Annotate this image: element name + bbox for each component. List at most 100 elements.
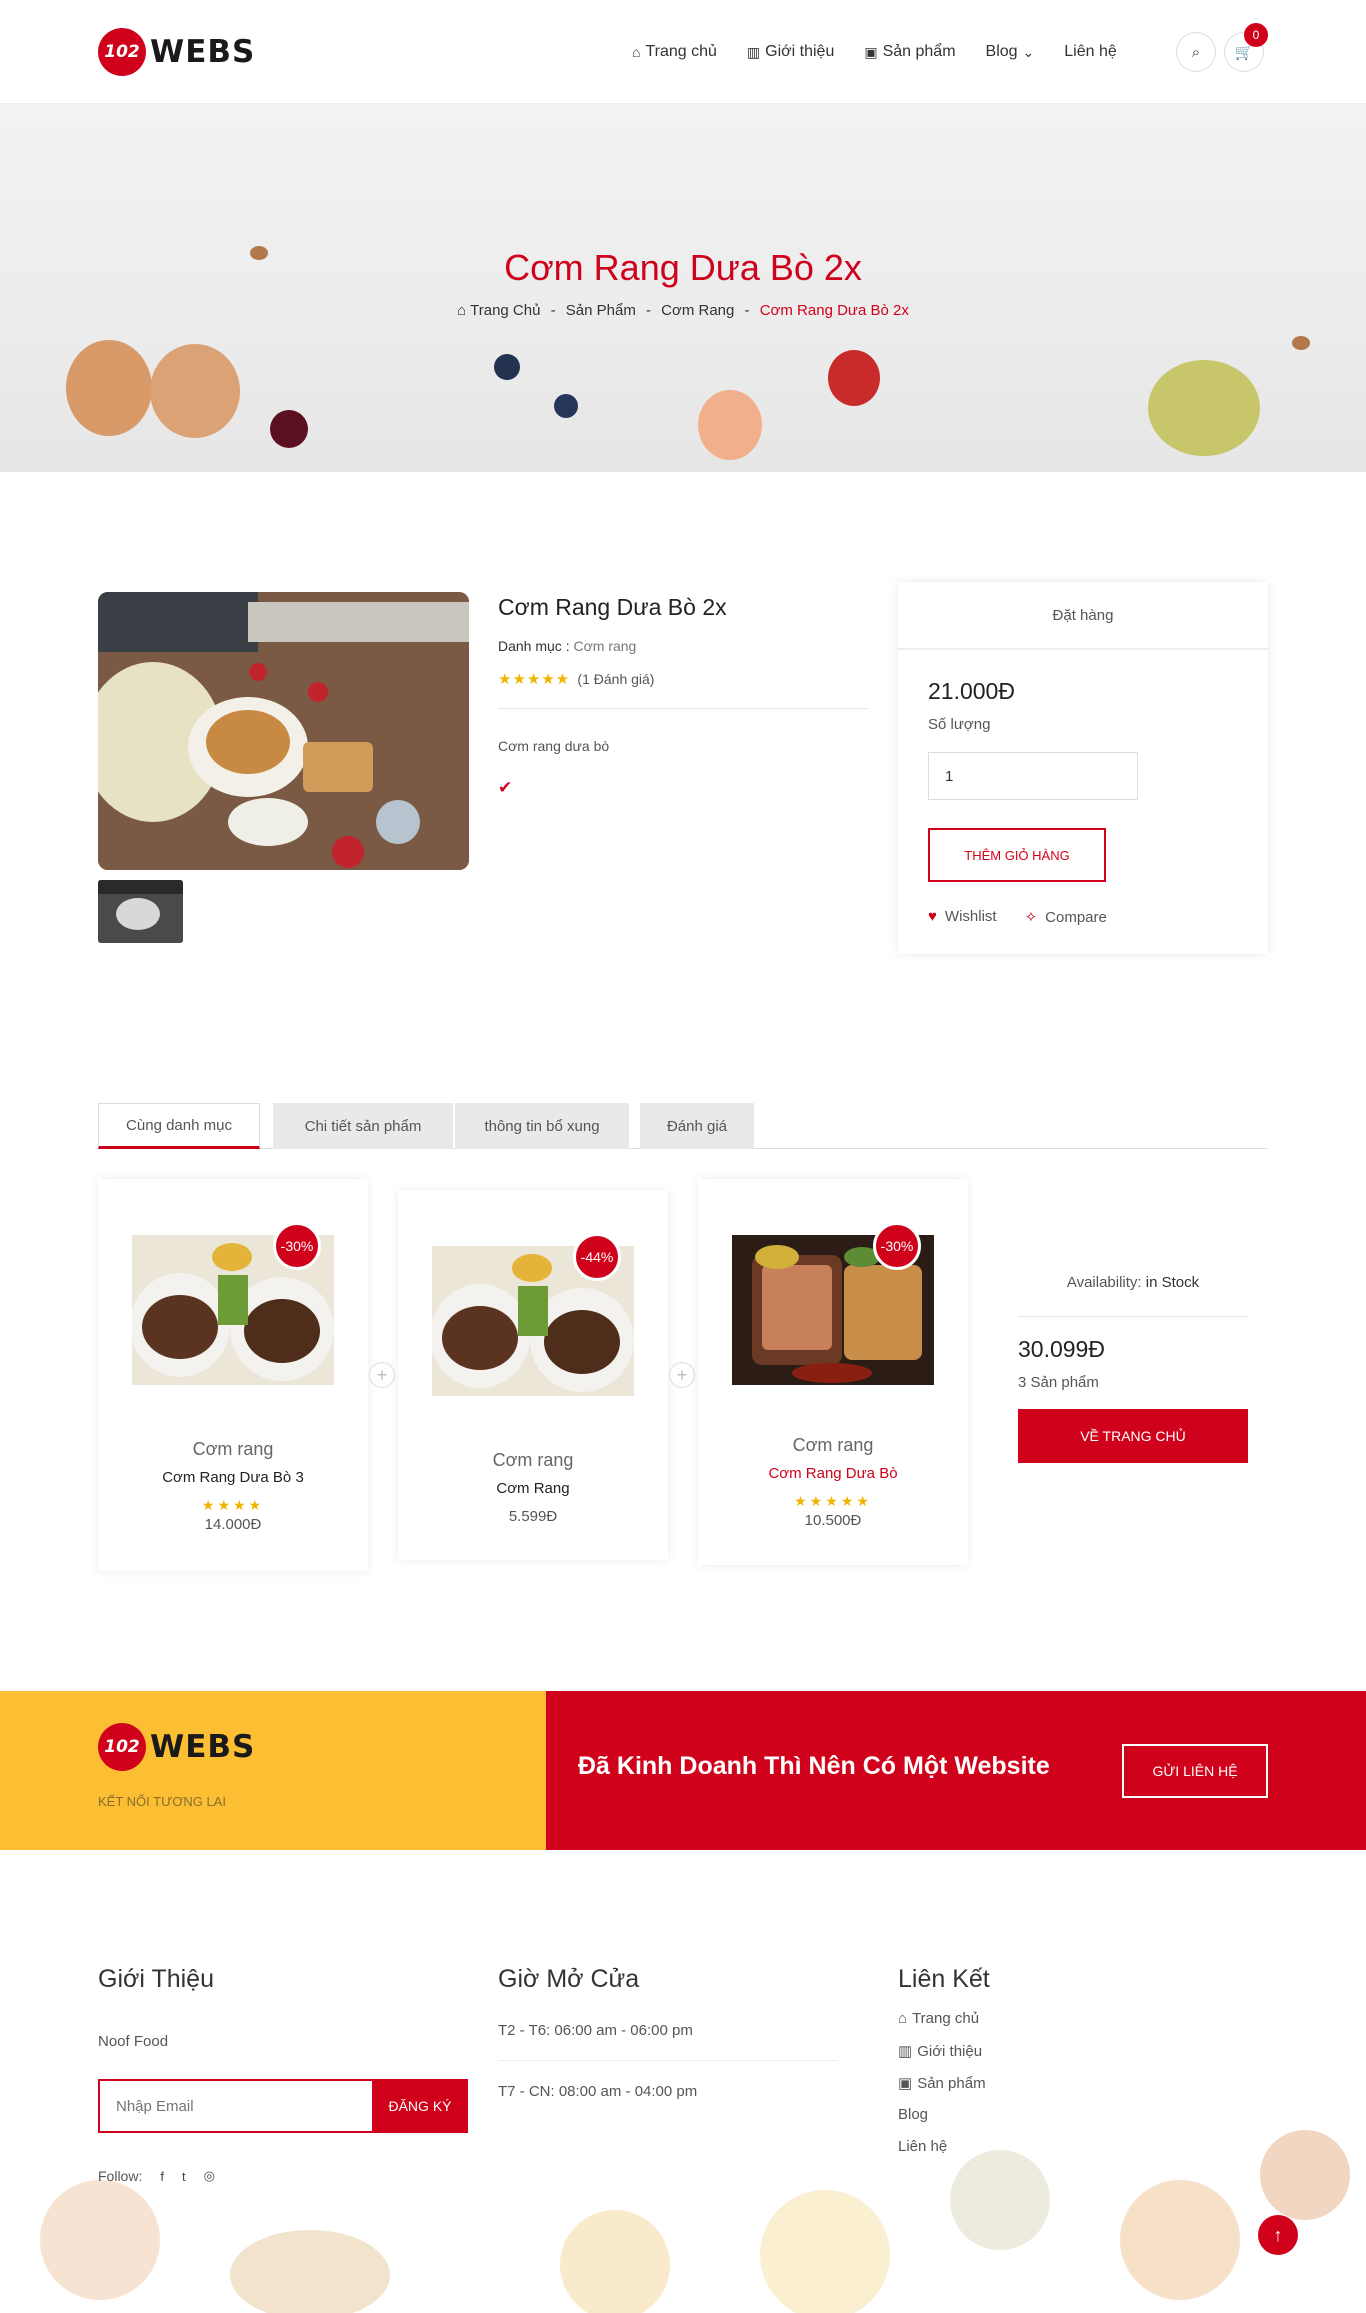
brand-tagline: KẾT NỐI TƯƠNG LAI bbox=[98, 1794, 226, 1809]
footer-hours-title: Giờ Mở Cửa bbox=[498, 1965, 640, 1993]
nav-label: Trang chủ bbox=[645, 43, 717, 60]
divider bbox=[1018, 1316, 1248, 1317]
tab-additional-info[interactable]: thông tin bổ xung bbox=[455, 1103, 629, 1149]
tab-same-category[interactable]: Cùng danh mục bbox=[98, 1103, 260, 1149]
compare-link[interactable]: ✧ Compare bbox=[1025, 908, 1107, 926]
egg-decoration bbox=[150, 344, 240, 438]
product-category: Danh mục : Cơm rang bbox=[498, 638, 636, 654]
logo-text: WEBS bbox=[150, 1729, 256, 1765]
order-header: Đặt hàng bbox=[898, 582, 1268, 650]
footer-logo[interactable]: 102 WEBS bbox=[98, 1721, 255, 1773]
related-product-stars: ★★★★ bbox=[201, 1497, 265, 1513]
nav-item-about[interactable]: ▥ Giới thiệu bbox=[747, 43, 834, 61]
discount-badge: -30% bbox=[273, 1222, 321, 1270]
wishlist-label: Wishlist bbox=[944, 908, 997, 925]
grapes-decoration bbox=[1148, 360, 1260, 456]
breadcrumb-separator: - bbox=[744, 302, 750, 319]
logo-text: WEBS bbox=[150, 34, 256, 70]
related-product-category: Cơm rang bbox=[192, 1439, 274, 1459]
add-to-cart-button[interactable]: THÊM GIỎ HÀNG bbox=[928, 828, 1106, 882]
food-decoration bbox=[950, 2150, 1050, 2250]
bundle-price: 30.099Đ bbox=[1018, 1336, 1105, 1362]
breadcrumb-item[interactable]: Sản Phẩm bbox=[566, 302, 636, 319]
footer-link-label: Sản phẩm bbox=[917, 2074, 986, 2092]
footer-link-blog[interactable]: Blog bbox=[898, 2106, 928, 2123]
footer-link-home[interactable]: ⌂ Trang chủ bbox=[898, 2010, 979, 2027]
email-field[interactable] bbox=[98, 2079, 372, 2133]
blueberry-decoration bbox=[554, 394, 578, 418]
product-main-image[interactable] bbox=[98, 592, 469, 870]
related-product-name[interactable]: Cơm Rang Dưa Bò bbox=[698, 1465, 968, 1482]
nav-label: Sản phẩm bbox=[882, 43, 956, 60]
breadcrumb-current: Cơm Rang Dưa Bò 2x bbox=[759, 302, 909, 319]
logo[interactable]: 102 WEBS bbox=[98, 26, 255, 78]
back-to-top-button[interactable]: ↑ bbox=[1258, 2215, 1298, 2255]
footer-link-products[interactable]: ▣ Sản phẩm bbox=[898, 2074, 986, 2093]
nav-item-home[interactable]: ⌂ Trang chủ bbox=[632, 43, 717, 61]
product-thumbnail[interactable] bbox=[98, 880, 183, 943]
related-product-category: Cơm rang bbox=[492, 1450, 574, 1470]
discount-badge: -44% bbox=[573, 1233, 621, 1281]
breadcrumb-item[interactable]: Cơm Rang bbox=[661, 302, 734, 319]
category-value[interactable]: Cơm rang bbox=[573, 638, 636, 654]
quantity-label: Số lượng bbox=[928, 716, 991, 733]
related-product-name[interactable]: Cơm Rang Dưa Bò 3 bbox=[98, 1469, 368, 1486]
thumbnail-photo bbox=[98, 880, 183, 943]
logo-badge: 102 bbox=[98, 1723, 146, 1771]
food-decoration bbox=[560, 2210, 670, 2313]
tab-product-details[interactable]: Chi tiết sản phẩm bbox=[273, 1103, 453, 1149]
nav-label: Blog bbox=[985, 43, 1018, 60]
nav-item-contact[interactable]: Liên hệ bbox=[1064, 43, 1117, 61]
related-product-card[interactable]: -30% Cơm rang Cơm Rang Dưa Bò 3 ★★★★ 14.… bbox=[98, 1179, 368, 1571]
nav-item-products[interactable]: ▣ Sản phẩm bbox=[864, 43, 955, 61]
product-tabs: Cùng danh mục Chi tiết sản phẩm thông ti… bbox=[98, 1103, 1268, 1149]
related-product-name[interactable]: Cơm Rang bbox=[398, 1480, 668, 1497]
order-panel: Đặt hàng 21.000Đ Số lượng THÊM GIỎ HÀNG … bbox=[898, 582, 1268, 954]
product-title: Cơm Rang Dưa Bò 2x bbox=[498, 594, 727, 620]
food-decoration bbox=[1120, 2180, 1240, 2300]
chevron-down-icon: ⌄ bbox=[1022, 43, 1035, 60]
breadcrumb-separator: - bbox=[550, 302, 556, 319]
follow-label: Follow: bbox=[98, 2168, 143, 2184]
send-contact-button[interactable]: GỬI LIÊN HỆ bbox=[1122, 1744, 1268, 1798]
twitter-icon[interactable]: t bbox=[182, 2169, 186, 2184]
back-home-button[interactable]: VỀ TRANG CHỦ bbox=[1018, 1409, 1248, 1463]
tab-reviews[interactable]: Đánh giá bbox=[640, 1103, 754, 1149]
cta-text: Đã Kinh Doanh Thì Nên Có Một Website bbox=[578, 1752, 1050, 1780]
brand-band: 102 WEBS bbox=[0, 1691, 546, 1850]
quantity-input[interactable] bbox=[928, 752, 1138, 800]
footer-about-title: Giới Thiệu bbox=[98, 1965, 214, 1993]
footer-link-contact[interactable]: Liên hệ bbox=[898, 2138, 947, 2155]
breadcrumb-item[interactable]: Trang Chủ bbox=[470, 302, 540, 319]
food-decoration bbox=[1260, 2130, 1350, 2220]
footer-link-about[interactable]: ▥ Giới thiệu bbox=[898, 2042, 982, 2061]
rating-count[interactable]: (1 Đánh giá) bbox=[577, 671, 654, 687]
almond-decoration bbox=[1292, 336, 1310, 350]
search-button[interactable]: ⌕ bbox=[1176, 32, 1216, 72]
shopping-bag-icon: ▣ bbox=[864, 43, 878, 60]
subscribe-button[interactable]: ĐĂNG KÝ bbox=[372, 2079, 468, 2133]
footer-link-label: Liên hệ bbox=[898, 2138, 948, 2155]
nav-label: Liên hệ bbox=[1064, 43, 1117, 60]
related-product-card[interactable]: -44% Cơm rang Cơm Rang 5.599Đ bbox=[398, 1190, 668, 1560]
page-banner: Cơm Rang Dưa Bò 2x ⌂ Trang Chủ - Sản Phẩ… bbox=[0, 104, 1366, 472]
egg-decoration bbox=[66, 340, 152, 436]
building-icon: ▥ bbox=[898, 2043, 913, 2060]
cherry-decoration bbox=[270, 410, 308, 448]
food-decoration bbox=[760, 2190, 890, 2313]
food-photo bbox=[98, 592, 469, 870]
bundle-count: 3 Sản phẩm bbox=[1018, 1374, 1099, 1391]
product-description: Cơm rang dưa bò bbox=[498, 738, 610, 754]
divider bbox=[498, 708, 868, 709]
product-rating: ★★★★★ (1 Đánh giá) bbox=[498, 670, 654, 688]
facebook-icon[interactable]: f bbox=[160, 2169, 164, 2184]
star-icons: ★★★★★ bbox=[498, 671, 571, 688]
availability-label: Availability: bbox=[1066, 1274, 1142, 1291]
wishlist-link[interactable]: ♥ Wishlist bbox=[928, 908, 997, 926]
related-product-card[interactable]: -30% Cơm rang Cơm Rang Dưa Bò ★★★★★ 10.5… bbox=[698, 1179, 968, 1565]
main-nav: ⌂ Trang chủ ▥ Giới thiệu ▣ Sản phẩm Blog… bbox=[632, 38, 1147, 66]
instagram-icon[interactable]: ◎ bbox=[204, 2168, 215, 2184]
logo-badge: 102 bbox=[98, 28, 146, 76]
nav-item-blog[interactable]: Blog ⌄ bbox=[986, 43, 1035, 61]
compare-label: Compare bbox=[1045, 909, 1107, 926]
